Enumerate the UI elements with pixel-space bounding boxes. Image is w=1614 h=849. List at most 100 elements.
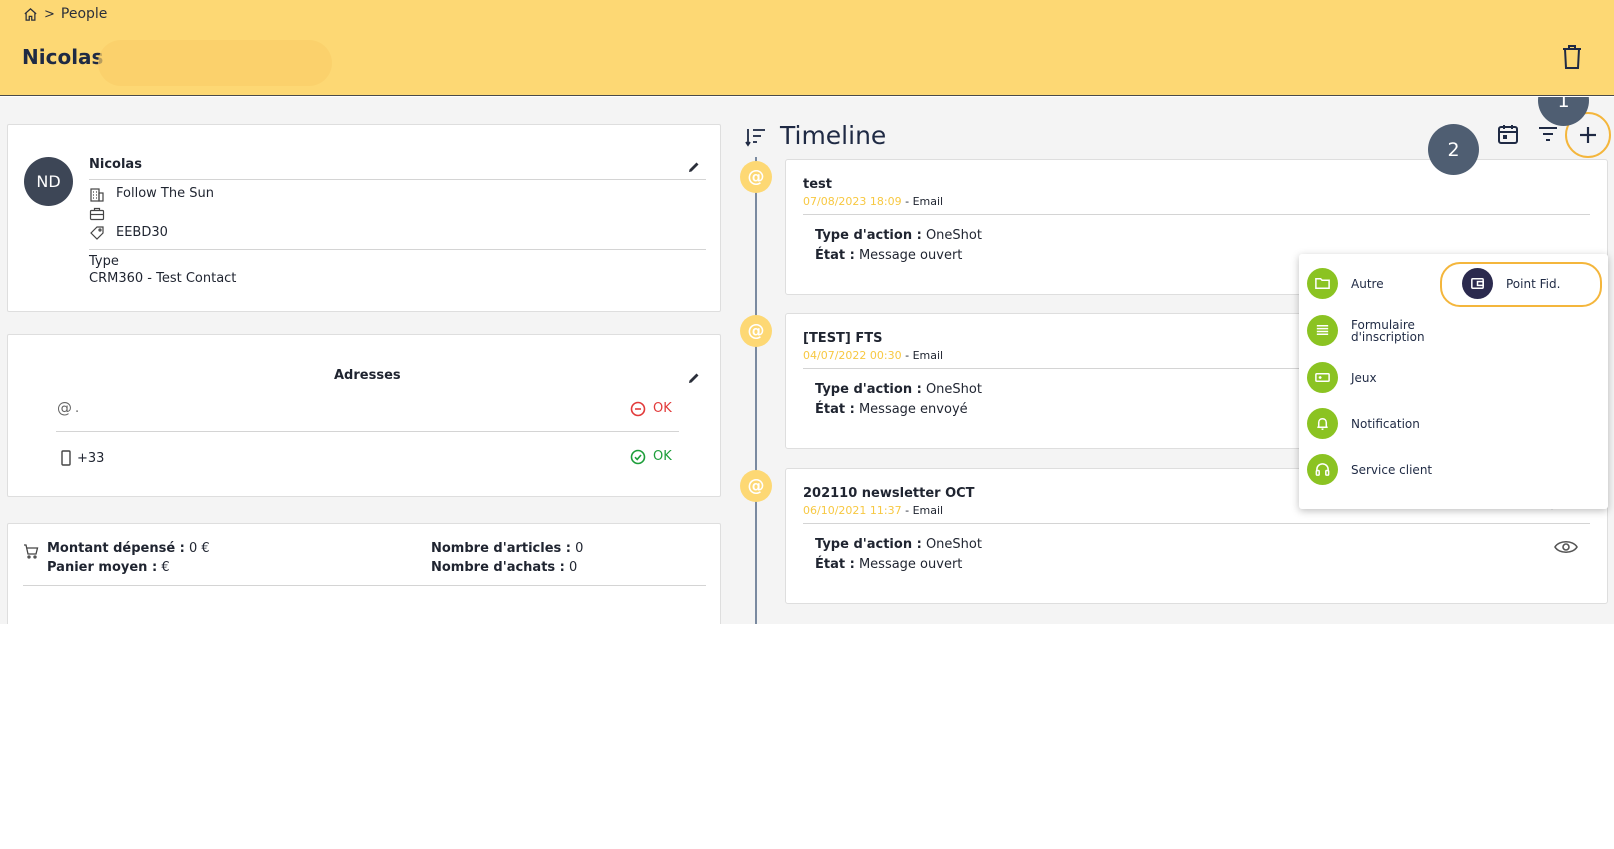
tag-icon bbox=[90, 226, 104, 240]
wallet-icon bbox=[1462, 268, 1493, 299]
content-area: ND Nicolas Follow The Sun EEBD30 Type CR… bbox=[0, 97, 1614, 624]
email-icon: @ bbox=[740, 470, 772, 502]
articles-value: 0 bbox=[575, 541, 584, 556]
add-menu: Autre Formulaire d'inscription Jeux Noti… bbox=[1299, 254, 1608, 509]
state-label: État : bbox=[815, 248, 855, 263]
timeline-item-title: 202110 newsletter OCT bbox=[803, 486, 975, 501]
breadcrumb-people[interactable]: People bbox=[61, 6, 108, 22]
sort-icon[interactable] bbox=[745, 127, 767, 147]
email-icon: @ bbox=[740, 315, 772, 347]
folder-icon bbox=[1307, 268, 1338, 299]
timeline-item-state: État : Message envoyé bbox=[815, 402, 968, 417]
avatar: ND bbox=[24, 157, 73, 206]
addresses-card: Adresses @ . OK +33 OK bbox=[7, 334, 721, 497]
timeline-item-date: 07/08/2023 18:09 bbox=[803, 195, 902, 208]
state-value: Message envoyé bbox=[858, 402, 968, 417]
home-icon[interactable] bbox=[23, 7, 38, 22]
check-circle-icon bbox=[630, 449, 646, 465]
email-icon: @ bbox=[57, 399, 72, 417]
phone-status: OK bbox=[653, 449, 672, 464]
menu-item-label: Notification bbox=[1351, 416, 1420, 431]
timeline-item-date: 06/10/2021 11:37 bbox=[803, 504, 902, 517]
timeline-item-title: test bbox=[803, 177, 832, 192]
divider bbox=[803, 214, 1590, 215]
email-status: OK bbox=[653, 401, 672, 416]
action-value: OneShot bbox=[925, 228, 982, 243]
action-label: Type d'action : bbox=[815, 228, 922, 243]
timeline-item-action: Type d'action : OneShot bbox=[815, 228, 982, 243]
spent-label: Montant dépensé : bbox=[47, 541, 185, 556]
filter-icon[interactable] bbox=[1536, 122, 1560, 146]
page-header: > People Nicolas bbox=[0, 0, 1614, 96]
briefcase-icon bbox=[89, 207, 105, 221]
contact-tag: EEBD30 bbox=[116, 225, 168, 240]
action-value: OneShot bbox=[925, 382, 982, 397]
contact-page: > People Nicolas ND Nicolas Follow The S… bbox=[0, 0, 1614, 849]
articles-label: Nombre d'articles : bbox=[431, 541, 571, 556]
blocked-icon bbox=[630, 401, 646, 417]
basket-row: Panier moyen : € bbox=[47, 560, 170, 575]
purchases-value: 0 bbox=[569, 560, 578, 575]
spent-value: 0 € bbox=[189, 541, 210, 556]
calendar-icon[interactable] bbox=[1496, 122, 1520, 146]
type-label: Type bbox=[89, 254, 119, 269]
menu-item-label: Jeux bbox=[1351, 370, 1377, 385]
contact-name: Nicolas bbox=[89, 157, 142, 172]
timeline-line bbox=[755, 157, 757, 624]
timeline-item-channel: - Email bbox=[901, 195, 944, 208]
headset-icon bbox=[1307, 454, 1338, 485]
edit-icon[interactable] bbox=[687, 371, 701, 385]
timeline-item-title: [TEST] FTS bbox=[803, 331, 883, 346]
stats-card: Montant dépensé : 0 € Panier moyen : € N… bbox=[7, 523, 721, 624]
type-value: CRM360 - Test Contact bbox=[89, 271, 237, 286]
eye-icon[interactable] bbox=[1554, 539, 1578, 555]
divider bbox=[23, 585, 706, 586]
email-value: . bbox=[75, 401, 80, 416]
divider bbox=[803, 523, 1590, 524]
menu-item-formulaire[interactable]: Formulaire d'inscription bbox=[1307, 315, 1457, 346]
action-value: OneShot bbox=[925, 537, 982, 552]
state-label: État : bbox=[815, 402, 855, 417]
timeline-title: Timeline bbox=[780, 121, 887, 150]
menu-item-point-fid[interactable]: Point Fid. bbox=[1462, 268, 1560, 299]
trash-icon[interactable] bbox=[1562, 45, 1582, 69]
timeline-item-state: État : Message ouvert bbox=[815, 248, 962, 263]
action-label: Type d'action : bbox=[815, 382, 922, 397]
redacted-area bbox=[98, 40, 332, 86]
gamepad-icon bbox=[1307, 362, 1338, 393]
state-value: Message ouvert bbox=[858, 557, 963, 572]
page-title: Nicolas bbox=[22, 45, 104, 69]
purchases-row: Nombre d'achats : 0 bbox=[431, 560, 577, 575]
cart-icon bbox=[24, 544, 39, 559]
articles-row: Nombre d'articles : 0 bbox=[431, 541, 583, 556]
menu-item-label: Point Fid. bbox=[1506, 276, 1561, 291]
breadcrumb: > People bbox=[23, 6, 107, 22]
divider bbox=[56, 431, 679, 432]
add-icon[interactable] bbox=[1576, 123, 1600, 147]
menu-item-label: Service client bbox=[1351, 462, 1433, 477]
building-icon bbox=[90, 188, 104, 202]
phone-icon bbox=[61, 450, 71, 466]
menu-item-jeux[interactable]: Jeux bbox=[1307, 362, 1377, 393]
menu-item-notification[interactable]: Notification bbox=[1307, 408, 1420, 439]
menu-item-service-client[interactable]: Service client bbox=[1307, 454, 1432, 485]
phone-value: +33 bbox=[77, 451, 105, 466]
state-value: Message ouvert bbox=[858, 248, 963, 263]
breadcrumb-separator: > bbox=[44, 6, 55, 22]
purchases-label: Nombre d'achats : bbox=[431, 560, 565, 575]
timeline-item-action: Type d'action : OneShot bbox=[815, 382, 982, 397]
state-label: État : bbox=[815, 557, 855, 572]
edit-icon[interactable] bbox=[687, 160, 701, 174]
timeline-item-state: État : Message ouvert bbox=[815, 557, 962, 572]
spent-row: Montant dépensé : 0 € bbox=[47, 541, 210, 556]
action-label: Type d'action : bbox=[815, 537, 922, 552]
basket-value: € bbox=[161, 560, 170, 575]
basket-label: Panier moyen : bbox=[47, 560, 158, 575]
menu-item-label: Formulaire d'inscription bbox=[1351, 317, 1425, 344]
contact-card: ND Nicolas Follow The Sun EEBD30 Type CR… bbox=[7, 124, 721, 312]
timeline-item-meta: 07/08/2023 18:09 - Email bbox=[803, 195, 943, 208]
divider bbox=[89, 179, 706, 180]
menu-item-autre[interactable]: Autre bbox=[1307, 268, 1384, 299]
email-icon: @ bbox=[740, 161, 772, 193]
divider bbox=[89, 249, 706, 250]
